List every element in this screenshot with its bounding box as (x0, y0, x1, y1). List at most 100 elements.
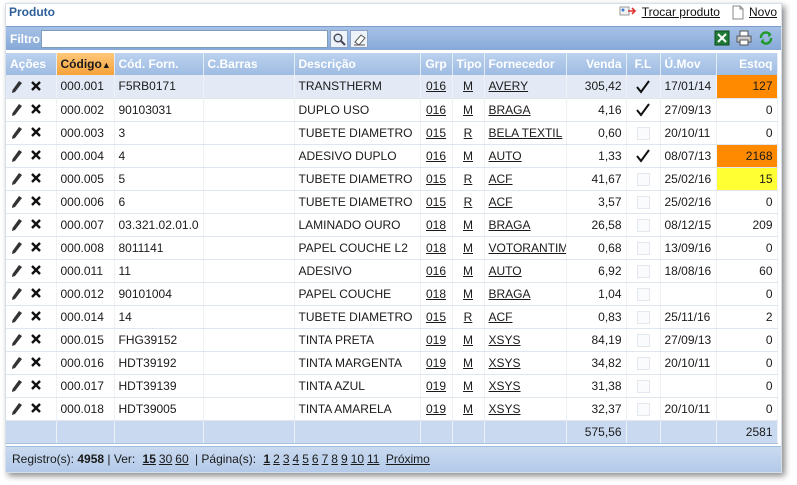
col-grp[interactable]: Grp (420, 53, 453, 75)
table-row[interactable]: 000.007 03.321.02.01.0 LAMINADO OURO 018 M BR… (6, 213, 778, 237)
fornecedor-link[interactable]: AVERY (489, 79, 529, 93)
edit-pencil-icon[interactable] (10, 80, 24, 94)
fornecedor-link[interactable]: XSYS (489, 402, 521, 416)
fornecedor-link[interactable]: AUTO (489, 149, 522, 163)
delete-x-icon[interactable] (30, 402, 44, 416)
col-cbarras[interactable]: C.Barras (203, 53, 295, 75)
grp-link[interactable]: 019 (426, 379, 446, 393)
empty-checkbox[interactable] (636, 241, 650, 255)
grp-link[interactable]: 019 (426, 333, 446, 347)
next-page-link[interactable]: Próximo (386, 452, 430, 466)
edit-pencil-icon[interactable] (10, 195, 24, 209)
table-row[interactable]: 000.011 11 ADESIVO 016 M AUTO 6,92 18/08/16 60 (6, 259, 778, 283)
page-link[interactable]: 2 (273, 452, 280, 466)
fornecedor-link[interactable]: VOTORANTIM (489, 241, 566, 255)
table-row[interactable]: 000.018 HDT39005 TINTA AMARELA 019 M XSYS 32,3… (6, 397, 778, 421)
edit-pencil-icon[interactable] (10, 379, 24, 393)
fornecedor-link[interactable]: BRAGA (489, 287, 531, 301)
checkmark-icon[interactable] (635, 103, 651, 117)
edit-pencil-icon[interactable] (10, 264, 24, 278)
table-row[interactable]: 000.006 6 TUBETE DIAMETRO 015 R ACF 3,57 25/02/… (6, 190, 778, 214)
fornecedor-link[interactable]: BELA TEXTIL (489, 126, 563, 140)
page-link[interactable]: 10 (351, 452, 364, 466)
page-link[interactable]: 9 (341, 452, 348, 466)
tipo-link[interactable]: R (464, 195, 473, 209)
tipo-link[interactable]: R (464, 172, 473, 186)
grp-link[interactable]: 018 (426, 287, 446, 301)
table-row[interactable]: 000.014 14 TUBETE DIAMETRO 015 R ACF 0,83 25/11… (6, 305, 778, 329)
empty-checkbox[interactable] (636, 356, 650, 370)
fornecedor-link[interactable]: XSYS (489, 379, 521, 393)
empty-checkbox[interactable] (636, 379, 650, 393)
edit-pencil-icon[interactable] (10, 126, 24, 140)
empty-checkbox[interactable] (636, 333, 650, 347)
edit-pencil-icon[interactable] (10, 172, 24, 186)
delete-x-icon[interactable] (30, 218, 44, 232)
table-row[interactable]: 000.004 4 ADESIVO DUPLO 016 M AUTO 1,33 08/07/1… (6, 144, 778, 168)
delete-x-icon[interactable] (30, 149, 44, 163)
empty-checkbox[interactable] (636, 287, 650, 301)
tipo-link[interactable]: M (463, 379, 473, 393)
fornecedor-link[interactable]: BRAGA (489, 218, 531, 232)
grp-link[interactable]: 018 (426, 241, 446, 255)
col-umov[interactable]: Ú.Mov (660, 53, 717, 75)
col-cod-forn[interactable]: Cód. Forn. (114, 53, 204, 75)
checkmark-icon[interactable] (635, 149, 651, 163)
grp-link[interactable]: 019 (426, 356, 446, 370)
tipo-link[interactable]: M (463, 356, 473, 370)
page-link[interactable]: 8 (331, 452, 338, 466)
table-row[interactable]: 000.016 HDT39192 TINTA MARGENTA 019 M XSYS 34,… (6, 351, 778, 375)
tipo-link[interactable]: M (463, 149, 473, 163)
grp-link[interactable]: 015 (426, 172, 446, 186)
edit-pencil-icon[interactable] (10, 103, 24, 117)
clear-filter-button[interactable] (350, 30, 368, 48)
delete-x-icon[interactable] (30, 264, 44, 278)
table-row[interactable]: 000.003 3 TUBETE DIAMETRO 015 R BELA TEXTIL 0,… (6, 121, 778, 145)
delete-x-icon[interactable] (30, 356, 44, 370)
tipo-link[interactable]: M (463, 333, 473, 347)
col-descricao[interactable]: Descrição (294, 53, 421, 75)
fornecedor-link[interactable]: ACF (489, 310, 513, 324)
page-size-link[interactable]: 60 (175, 452, 188, 466)
table-row[interactable]: 000.005 5 TUBETE DIAMETRO 015 R ACF 41,67 25/02… (6, 167, 778, 191)
page-link[interactable]: 4 (293, 452, 300, 466)
col-fl[interactable]: F.L (626, 53, 661, 75)
delete-x-icon[interactable] (30, 172, 44, 186)
edit-pencil-icon[interactable] (10, 241, 24, 255)
grp-link[interactable]: 016 (426, 79, 446, 93)
tipo-link[interactable]: R (464, 126, 473, 140)
empty-checkbox[interactable] (636, 402, 650, 416)
delete-x-icon[interactable] (30, 195, 44, 209)
page-link[interactable]: 1 (263, 452, 270, 466)
delete-x-icon[interactable] (30, 80, 44, 94)
new-button[interactable]: Novo (732, 5, 777, 20)
table-row[interactable]: 000.015 FHG39152 TINTA PRETA 019 M XSYS 84,19 2… (6, 328, 778, 352)
checkmark-icon[interactable] (635, 80, 651, 94)
grp-link[interactable]: 016 (426, 103, 446, 117)
excel-export-button[interactable] (713, 29, 731, 47)
grp-link[interactable]: 016 (426, 264, 446, 278)
grp-link[interactable]: 015 (426, 126, 446, 140)
table-row[interactable]: 000.002 90103031 DUPLO USO 016 M BRAGA 4,16 27/… (6, 98, 778, 122)
grp-link[interactable]: 019 (426, 402, 446, 416)
col-fornecedor[interactable]: Fornecedor (484, 53, 567, 75)
grp-link[interactable]: 016 (426, 149, 446, 163)
page-link[interactable]: 6 (312, 452, 319, 466)
col-estoq[interactable]: Estoq (716, 53, 778, 75)
delete-x-icon[interactable] (30, 103, 44, 117)
table-row[interactable]: 000.012 90101004 PAPEL COUCHE 018 M BRAGA 1,04… (6, 282, 778, 306)
delete-x-icon[interactable] (30, 310, 44, 324)
tipo-link[interactable]: R (464, 310, 473, 324)
page-link[interactable]: 5 (302, 452, 309, 466)
fornecedor-link[interactable]: AUTO (489, 264, 522, 278)
col-codigo[interactable]: Código▲ (56, 53, 115, 75)
refresh-button[interactable] (757, 29, 775, 47)
edit-pencil-icon[interactable] (10, 356, 24, 370)
fornecedor-link[interactable]: ACF (489, 172, 513, 186)
delete-x-icon[interactable] (30, 379, 44, 393)
fornecedor-link[interactable]: XSYS (489, 356, 521, 370)
empty-checkbox[interactable] (636, 172, 650, 186)
tipo-link[interactable]: M (463, 103, 473, 117)
tipo-link[interactable]: M (463, 264, 473, 278)
empty-checkbox[interactable] (636, 310, 650, 324)
